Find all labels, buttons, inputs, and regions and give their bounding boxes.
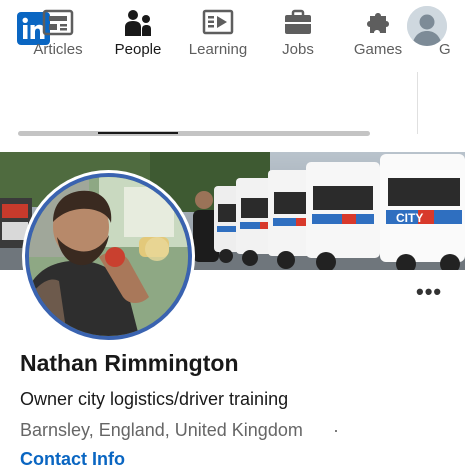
location-separator: · bbox=[333, 420, 339, 440]
people-icon bbox=[125, 10, 151, 36]
puzzle-icon bbox=[367, 13, 389, 33]
nav-tab-label: Learning bbox=[188, 41, 248, 58]
nav-tab-learning[interactable]: Learning bbox=[183, 0, 253, 62]
nav-tab-label: Articles bbox=[33, 41, 83, 58]
profile-photo[interactable] bbox=[22, 170, 195, 343]
nav-tab-label: G bbox=[439, 41, 451, 58]
nav-tab-label: People bbox=[114, 41, 162, 58]
profile-photo-ring bbox=[25, 173, 192, 340]
nav-tab-people[interactable]: People bbox=[105, 0, 171, 62]
learning-icon bbox=[202, 9, 234, 35]
profile-photo-image bbox=[29, 177, 188, 336]
nav-tab-articles[interactable]: Articles bbox=[24, 0, 92, 62]
briefcase-icon bbox=[285, 9, 311, 34]
contact-info-link[interactable]: Contact Info bbox=[20, 449, 125, 470]
articles-icon bbox=[42, 9, 74, 36]
nav-active-indicator bbox=[98, 132, 178, 134]
nav-divider bbox=[417, 72, 418, 134]
profile-location: Barnsley, England, United Kingdom bbox=[20, 420, 303, 440]
profile-name: Nathan Rimmington bbox=[20, 350, 239, 376]
nav-tab-jobs[interactable]: Jobs bbox=[266, 0, 330, 62]
more-actions-button[interactable]: ••• bbox=[416, 281, 442, 303]
nav-tab-games[interactable]: Games bbox=[346, 0, 410, 62]
nav-scrollbar[interactable] bbox=[18, 131, 370, 136]
nav-tab-label: Jobs bbox=[282, 41, 314, 58]
nav-tab-label: Games bbox=[353, 41, 403, 58]
profile-headline: Owner city logistics/driver training bbox=[20, 389, 289, 409]
banner-truck-text: CITY bbox=[396, 211, 423, 225]
nav-tab-more[interactable]: G bbox=[432, 0, 465, 62]
